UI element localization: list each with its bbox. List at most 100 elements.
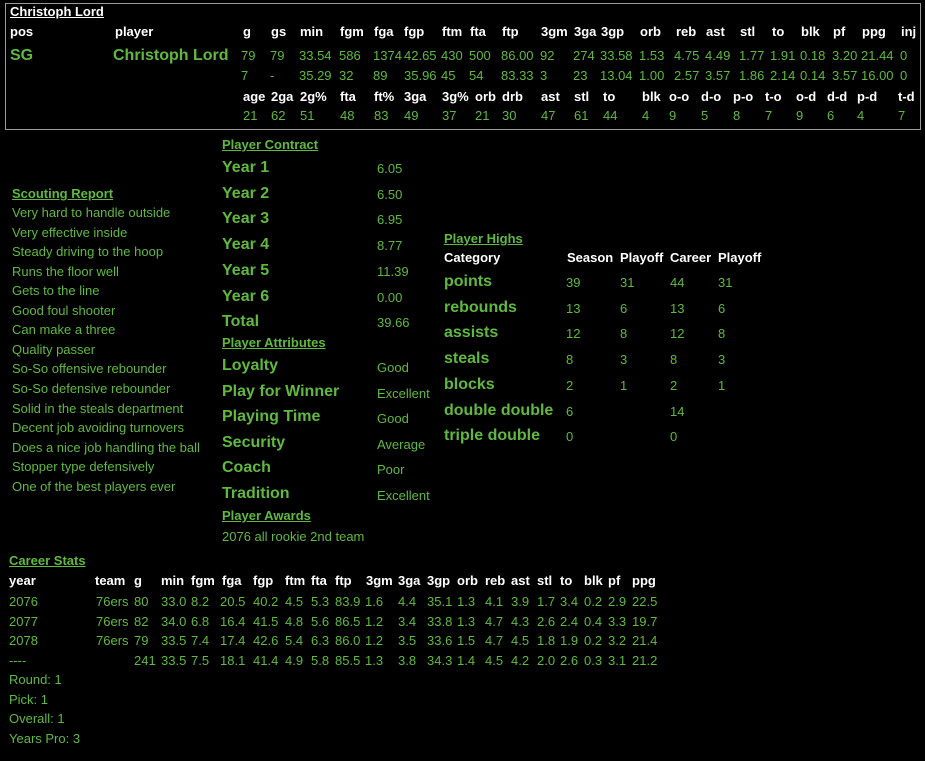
rating-col-o-o: o-o — [669, 89, 690, 104]
career-header: ftm — [285, 573, 306, 588]
rating-val: 8 — [733, 108, 741, 123]
career-cell: 83.9 — [335, 594, 361, 609]
rating-val: 5 — [701, 108, 709, 123]
draft-info: Pick: 1 — [9, 691, 49, 707]
scouting-item: Does a nice job handling the ball — [12, 439, 200, 455]
contract-label: Total — [222, 313, 260, 331]
awards-title: Player Awards — [222, 508, 311, 523]
scouting-item: So-So offensive rebounder — [12, 361, 167, 377]
career-cell: 35.1 — [427, 594, 453, 609]
season-stat: 86.00 — [501, 48, 534, 63]
contract-label: Year 6 — [222, 287, 270, 305]
season-stat: 500 — [469, 48, 491, 63]
highs-value: 3 — [718, 352, 726, 368]
career-header: 3gp — [427, 573, 451, 588]
rating-col-p-d: p-d — [857, 89, 878, 104]
season-stat: 79 — [241, 48, 256, 63]
highs-value: 6 — [718, 300, 726, 316]
rating-col-2ga: 2ga — [271, 89, 294, 104]
career-cell: 0.2 — [584, 633, 603, 648]
contract-label: Year 5 — [222, 261, 270, 279]
rating-col-stl: stl — [574, 89, 590, 104]
career-cell: 1.2 — [365, 633, 384, 648]
career-header: year — [9, 573, 36, 588]
career-cell: 80 — [134, 594, 149, 609]
rating-col-fta: fta — [340, 89, 356, 104]
playoff-stat: 35.96 — [404, 68, 437, 83]
career-header: fta — [311, 573, 327, 588]
career-cell: 1.5 — [457, 633, 476, 648]
attribute-value: Good — [377, 360, 409, 375]
scouting-item: Very hard to handle outside — [12, 205, 171, 220]
career-cell: 5.6 — [311, 613, 330, 629]
career-cell: 3.4 — [560, 594, 579, 609]
career-cell: 3.5 — [398, 633, 417, 648]
rating-col-d-d: d-d — [827, 89, 848, 104]
career-header: to — [560, 573, 573, 588]
attribute-value: Average — [377, 436, 426, 452]
scouting-item: Stopper type defensively — [12, 459, 155, 475]
rating-col-3g%: 3g% — [442, 89, 469, 104]
rating-col-drb: drb — [502, 89, 523, 104]
header-col-pos: pos — [10, 24, 34, 39]
career-cell: 2077 — [9, 613, 38, 629]
rating-col-ast: ast — [541, 89, 560, 104]
rating-val: 21 — [475, 108, 490, 123]
highs-category: steals — [444, 350, 490, 368]
career-cell: 0.2 — [584, 594, 603, 609]
season-stat: 0.18 — [800, 48, 826, 63]
header-col-ppg: ppg — [862, 24, 886, 39]
player-summary-box: Christoph Lord pos player g gs min fgm fga fgp f… — [5, 3, 921, 130]
career-cell: 7.4 — [191, 633, 210, 648]
playoff-stat: 35.29 — [299, 68, 332, 83]
rating-val: 9 — [796, 108, 804, 123]
career-cell: 7.5 — [191, 652, 210, 668]
playoff-stat: 54 — [469, 68, 484, 83]
career-cell: 2.4 — [560, 613, 579, 629]
rating-col-3ga: 3ga — [404, 89, 427, 104]
highs-category: blocks — [444, 375, 495, 393]
career-cell: 86.0 — [335, 633, 361, 648]
scouting-item: Quality passer — [12, 341, 96, 357]
career-cell: 33.5 — [161, 652, 187, 668]
header-col-min: min — [300, 24, 324, 39]
highs-category: double double — [444, 401, 554, 419]
playoff-stat: 2.14 — [770, 68, 796, 83]
header-col-3ga: 3ga — [574, 24, 597, 39]
career-cell: 1.9 — [560, 633, 579, 648]
contract-value: 6.95 — [377, 212, 403, 228]
highs-value: 8 — [718, 326, 726, 342]
highs-category: assists — [444, 324, 499, 342]
career-cell: 4.8 — [285, 613, 304, 629]
draft-info: Overall: 1 — [9, 711, 65, 727]
playoff-stat: 2.57 — [674, 68, 700, 83]
playoff-stat: 13.04 — [600, 68, 633, 83]
highs-value: 13 — [566, 300, 581, 316]
career-header: fgm — [191, 573, 215, 588]
season-stat: 0 — [900, 48, 908, 63]
scouting-report-title: Scouting Report — [12, 186, 114, 201]
career-cell: 76ers — [96, 613, 129, 629]
scouting-item: So-So defensive rebounder — [12, 380, 171, 396]
player-name-title[interactable]: Christoph Lord — [10, 4, 104, 19]
career-cell: 5.4 — [285, 633, 304, 648]
career-cell: 2078 — [9, 633, 38, 648]
season-pos: SG — [10, 47, 34, 64]
career-header: team — [95, 573, 126, 588]
career-cell: 17.4 — [220, 633, 246, 648]
draft-info: Round: 1 — [9, 672, 62, 687]
rating-val: 47 — [541, 108, 556, 123]
attribute-value: Good — [377, 411, 409, 426]
highs-category: triple double — [444, 427, 540, 445]
season-stat: 33.54 — [299, 48, 332, 63]
career-cell: 5.3 — [311, 594, 330, 609]
playoff-stat: 3.57 — [832, 68, 858, 83]
career-header: fgp — [253, 573, 274, 588]
highs-value: 13 — [670, 300, 685, 316]
attribute-value: Poor — [377, 462, 405, 477]
rating-val: 21 — [243, 108, 258, 123]
highs-value: 2 — [566, 377, 574, 393]
career-cell: 4.1 — [485, 594, 504, 609]
career-cell: 1.3 — [457, 594, 476, 609]
highs-header: Playoff — [718, 250, 762, 265]
